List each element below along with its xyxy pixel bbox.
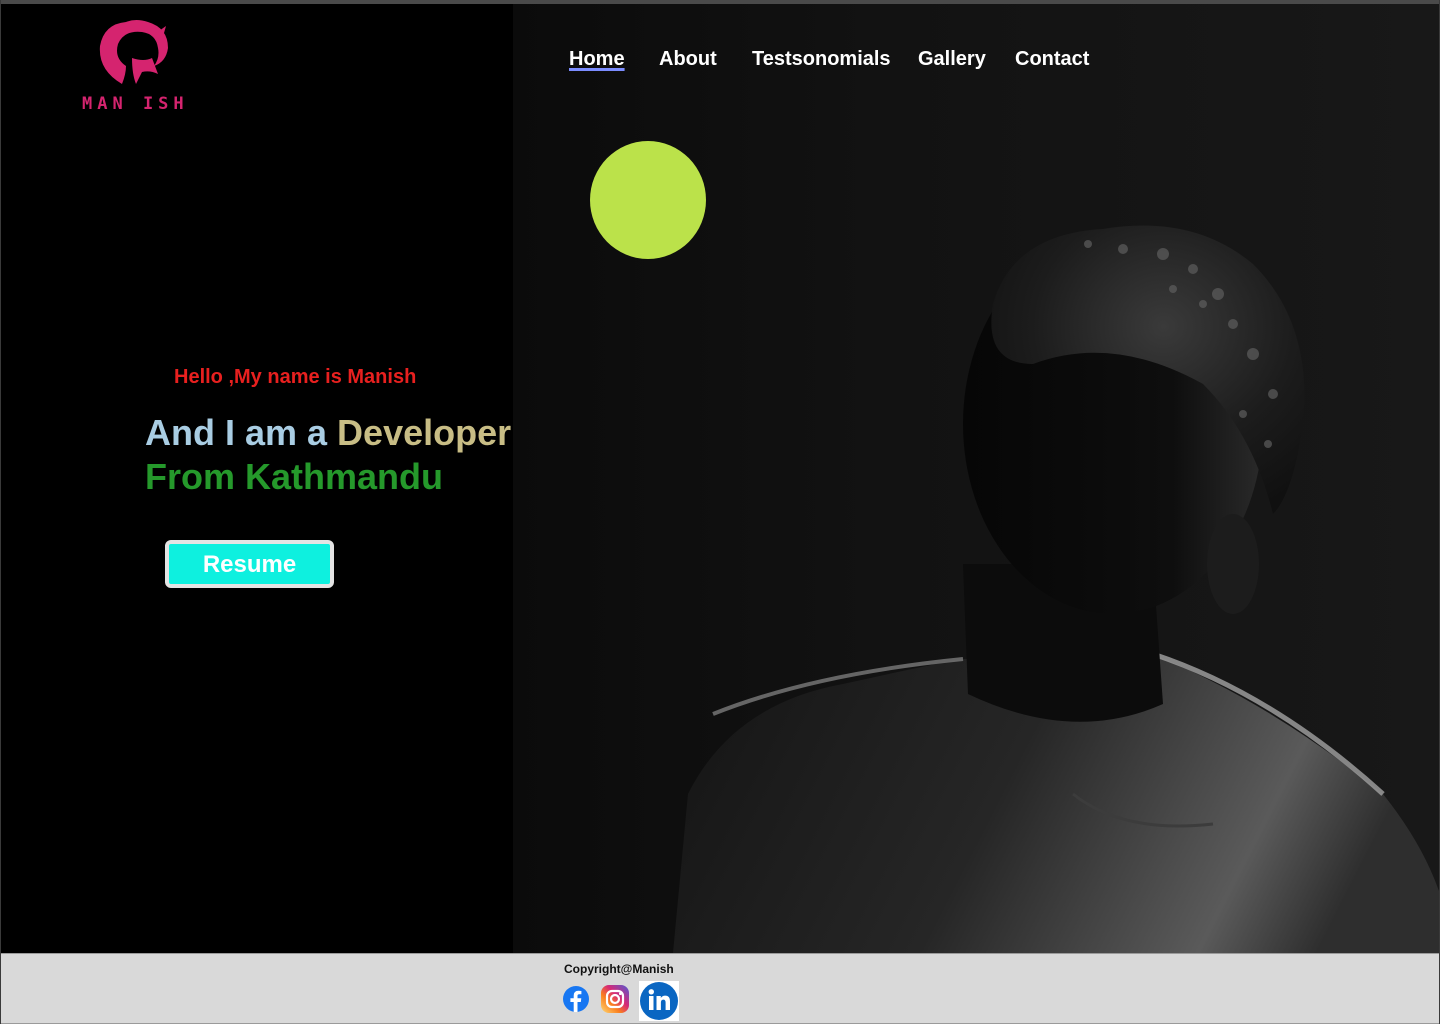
facebook-icon[interactable] bbox=[561, 983, 591, 1015]
copyright-text: Copyright@Manish bbox=[564, 962, 674, 976]
logo-text: MAN ISH bbox=[82, 94, 189, 114]
nav-gallery[interactable]: Gallery bbox=[918, 48, 986, 71]
headline-prefix: And I am a bbox=[145, 412, 338, 453]
nav-testimonials[interactable]: Testsonomials bbox=[752, 48, 891, 71]
instagram-icon[interactable] bbox=[599, 983, 631, 1015]
headline-role: Developer bbox=[337, 412, 512, 453]
nav-contact[interactable]: Contact bbox=[1015, 48, 1089, 71]
brand-logo[interactable]: MAN ISH bbox=[82, 18, 192, 118]
linkedin-icon[interactable] bbox=[639, 981, 679, 1021]
hero-section: MAN ISH Home About Testsonomials Gallery… bbox=[0, 4, 1440, 953]
headline-location: From Kathmandu bbox=[145, 456, 444, 497]
accent-circle bbox=[590, 141, 706, 259]
nav-about[interactable]: About bbox=[659, 48, 717, 71]
window-left-border bbox=[0, 0, 1, 1024]
nav-home[interactable]: Home bbox=[569, 48, 625, 71]
hero-greeting: Hello ,My name is Manish bbox=[174, 366, 417, 388]
hero-headline: And I am a Developer From Kathmandu bbox=[145, 411, 511, 499]
page-footer: Copyright@Manish bbox=[0, 953, 1440, 1024]
resume-button[interactable]: Resume bbox=[165, 540, 334, 588]
logo-mark-icon bbox=[99, 20, 168, 84]
